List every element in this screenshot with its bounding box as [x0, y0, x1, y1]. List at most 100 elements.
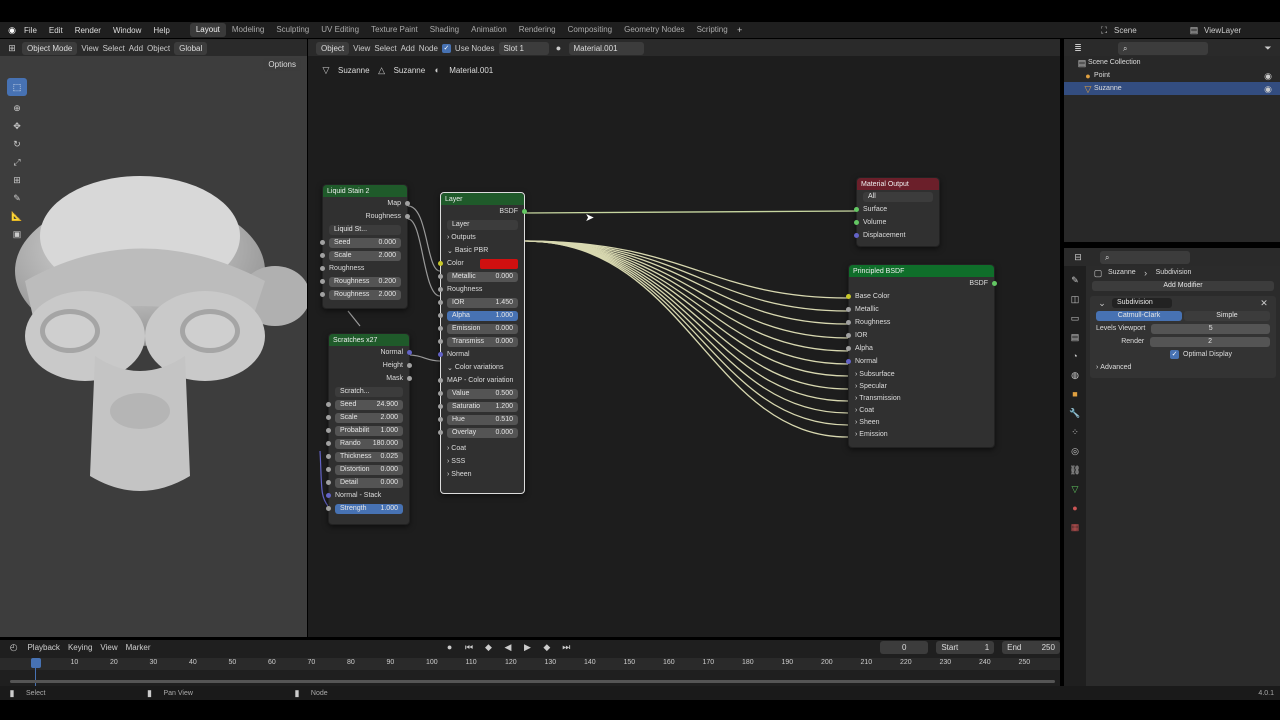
- record-icon[interactable]: ●: [444, 641, 455, 653]
- particles-tab-icon[interactable]: ⁘: [1069, 426, 1081, 438]
- properties-type-icon[interactable]: ⊟: [1072, 251, 1084, 263]
- timeline-scrollbar[interactable]: [10, 680, 1055, 683]
- scene-name[interactable]: Scene: [1114, 26, 1184, 35]
- editor-type-icon[interactable]: ⊞: [6, 42, 18, 54]
- socket[interactable]: [326, 402, 331, 407]
- render-tab-icon[interactable]: ◫: [1069, 293, 1081, 305]
- socket[interactable]: [407, 350, 412, 355]
- socket[interactable]: [846, 294, 851, 299]
- object-tab-icon[interactable]: ■: [1069, 388, 1081, 400]
- modifier-name-field[interactable]: Subdivision: [1112, 297, 1172, 308]
- prev-keyframe-icon[interactable]: ◆: [483, 641, 494, 653]
- scratches-node[interactable]: Scratches x27 Normal Height Mask Scratch…: [326, 333, 412, 525]
- material-tab-icon[interactable]: ●: [1069, 502, 1081, 514]
- transform-orientation-select[interactable]: Global: [174, 41, 208, 55]
- eye-icon[interactable]: ◉: [1262, 83, 1274, 95]
- socket[interactable]: [438, 339, 443, 344]
- eye-icon[interactable]: ◉: [1262, 70, 1274, 82]
- socket[interactable]: [846, 333, 851, 338]
- viewport-menu-view[interactable]: View: [81, 44, 98, 53]
- layer-color-variations-panel[interactable]: ⌄ Color variations: [441, 361, 524, 374]
- shader-node-editor[interactable]: ▽ Suzanne △ Suzanne ◐ Material.001 Liqui…: [308, 56, 1060, 637]
- liquid-scale-field[interactable]: Scale 2.000: [329, 250, 401, 261]
- outliner-item-suzanne[interactable]: ▽ Suzanne ◉: [1064, 82, 1280, 95]
- node-menu-node[interactable]: Node: [419, 44, 438, 53]
- outliner[interactable]: ▤ Scene Collection ● Point ◉ ▽ Suzanne ◉: [1064, 56, 1280, 242]
- socket[interactable]: [326, 454, 331, 459]
- socket[interactable]: [320, 240, 325, 245]
- socket[interactable]: [320, 279, 325, 284]
- levels-viewport-field[interactable]: 5: [1151, 323, 1270, 334]
- viewlayer-name[interactable]: ViewLayer: [1204, 26, 1274, 35]
- output-target-select[interactable]: All: [863, 191, 933, 202]
- shader-type-select[interactable]: Object: [316, 41, 350, 55]
- viewport-menu-object[interactable]: Object: [147, 44, 170, 53]
- coat-panel[interactable]: › Coat: [849, 404, 994, 416]
- world-tab-icon[interactable]: ◍: [1069, 369, 1081, 381]
- emission-panel[interactable]: › Emission: [849, 428, 994, 440]
- socket[interactable]: [405, 201, 410, 206]
- tab-rendering[interactable]: Rendering: [513, 23, 562, 37]
- layer-metallic-field[interactable]: Metallic 0.000: [447, 271, 518, 282]
- object-mode-select[interactable]: Object Mode: [22, 41, 78, 55]
- scratches-scale-field[interactable]: Scale 2.000: [335, 412, 403, 423]
- add-workspace-icon[interactable]: +: [734, 24, 746, 36]
- constraints-tab-icon[interactable]: ⛓: [1069, 464, 1081, 476]
- filter-icon[interactable]: ⏷: [1262, 42, 1274, 54]
- socket[interactable]: [407, 376, 412, 381]
- timeline-ruler[interactable]: 0102030405060708090100110120130140150160…: [0, 658, 1060, 670]
- specular-panel[interactable]: › Specular: [849, 380, 994, 392]
- tab-animation[interactable]: Animation: [465, 23, 513, 37]
- scratches-seed-field[interactable]: Seed 24.900: [335, 399, 403, 410]
- socket[interactable]: [438, 300, 443, 305]
- timeline-menu-keying[interactable]: Keying: [68, 643, 92, 652]
- menu-edit[interactable]: Edit: [43, 26, 69, 35]
- jump-start-icon[interactable]: ⏮: [463, 641, 474, 653]
- socket[interactable]: [438, 430, 443, 435]
- layer-header[interactable]: Layer: [441, 193, 524, 205]
- principled-bsdf-node[interactable]: Principled BSDF BSDF Base Color Metallic…: [846, 264, 997, 448]
- subsurface-panel[interactable]: › Subsurface: [849, 368, 994, 380]
- socket[interactable]: [320, 292, 325, 297]
- socket[interactable]: [326, 480, 331, 485]
- socket[interactable]: [405, 214, 410, 219]
- socket[interactable]: [326, 428, 331, 433]
- scratches-group-selector[interactable]: Scratch...: [329, 385, 409, 398]
- layer-saturation-field[interactable]: Saturatio 1.200: [447, 401, 518, 412]
- play-reverse-icon[interactable]: ◀: [502, 641, 513, 653]
- outliner-type-icon[interactable]: ≣: [1072, 42, 1084, 54]
- outliner-search[interactable]: ⌕: [1118, 41, 1208, 55]
- socket[interactable]: [438, 313, 443, 318]
- socket[interactable]: [522, 209, 527, 214]
- viewport-menu-add[interactable]: Add: [129, 44, 143, 53]
- socket[interactable]: [992, 281, 997, 286]
- optimal-display-row[interactable]: ✓ Optimal Display: [1090, 348, 1276, 361]
- viewport-menu-select[interactable]: Select: [103, 44, 125, 53]
- socket[interactable]: [326, 441, 331, 446]
- render-levels-field[interactable]: 2: [1150, 336, 1270, 347]
- add-modifier-button[interactable]: Add Modifier: [1092, 280, 1274, 291]
- view-layer-tab-icon[interactable]: ▤: [1069, 331, 1081, 343]
- layer-basic-pbr-panel[interactable]: ⌄ Basic PBR: [441, 244, 524, 257]
- outliner-item-point[interactable]: ● Point ◉: [1064, 69, 1280, 82]
- principled-header[interactable]: Principled BSDF: [849, 265, 994, 277]
- clock-icon[interactable]: ◴: [8, 641, 19, 653]
- tab-compositing[interactable]: Compositing: [562, 23, 618, 37]
- use-nodes-label[interactable]: Use Nodes: [455, 44, 495, 53]
- timeline-menu-playback[interactable]: Playback: [27, 643, 59, 652]
- scene-tab-icon[interactable]: ◔: [1069, 350, 1081, 362]
- socket[interactable]: [438, 417, 443, 422]
- socket[interactable]: [438, 404, 443, 409]
- group-field[interactable]: Layer: [447, 219, 518, 230]
- data-tab-icon[interactable]: ▽: [1069, 483, 1081, 495]
- tab-modeling[interactable]: Modeling: [226, 23, 270, 37]
- slot-select[interactable]: Slot 1: [498, 41, 549, 55]
- socket[interactable]: [438, 352, 443, 357]
- tab-geometry-nodes[interactable]: Geometry Nodes: [618, 23, 690, 37]
- properties-search[interactable]: ⌕: [1100, 250, 1190, 264]
- liquid-seed-field[interactable]: Seed 0.000: [329, 237, 401, 248]
- checkbox-checked-icon[interactable]: ✓: [1170, 350, 1179, 359]
- socket[interactable]: [326, 415, 331, 420]
- blender-logo-icon[interactable]: ◉: [6, 24, 18, 36]
- tab-layout[interactable]: Layout: [189, 23, 226, 37]
